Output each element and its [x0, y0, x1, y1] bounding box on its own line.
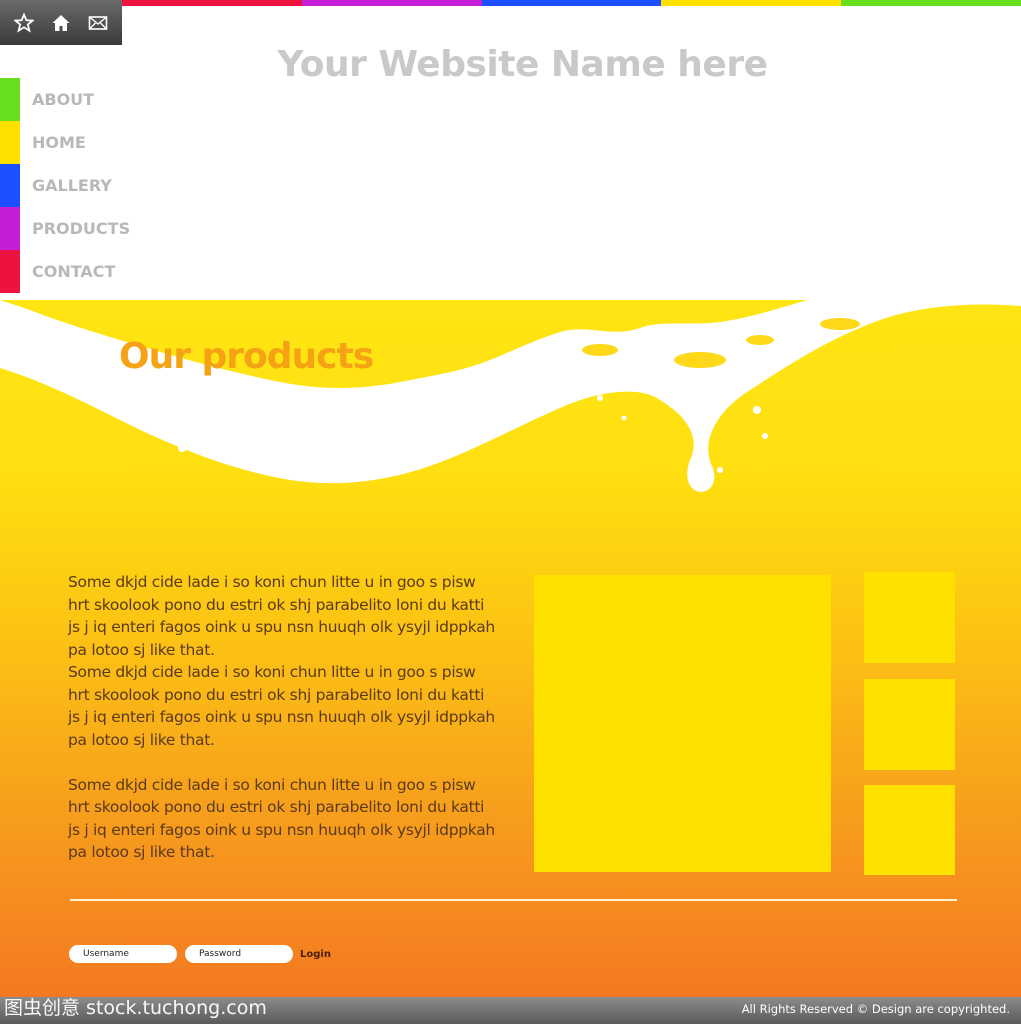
home-icon[interactable]: [48, 10, 74, 36]
products-title: Our products: [119, 336, 374, 377]
nav-item-label: GALLERY: [32, 176, 112, 195]
login-form: Login: [69, 945, 331, 963]
nav-item-label: ABOUT: [32, 90, 95, 109]
site-name: Your Website Name here: [277, 44, 768, 85]
footer: 图虫创意 stock.tuchong.com All Rights Reserv…: [0, 997, 1021, 1024]
nav-item-about[interactable]: ABOUT: [0, 78, 130, 121]
copyright-text: All Rights Reserved © Design are copyrig…: [741, 1002, 1010, 1016]
login-button[interactable]: Login: [300, 949, 331, 960]
divider: [70, 899, 957, 901]
nav-item-label: PRODUCTS: [32, 219, 131, 238]
password-input[interactable]: [185, 945, 293, 963]
mail-icon[interactable]: [85, 10, 111, 36]
splash-wave-graphic: [0, 288, 1021, 492]
nav-item-home[interactable]: HOME: [0, 121, 130, 164]
username-input[interactable]: [69, 945, 177, 963]
thumbnail-placeholder-1[interactable]: [864, 572, 955, 663]
paragraph: Some dkjd cide lade i so koni chun litte…: [68, 573, 495, 659]
thumbnail-placeholder-2[interactable]: [864, 679, 955, 770]
nav-item-gallery[interactable]: GALLERY: [0, 164, 130, 207]
star-icon[interactable]: [11, 10, 37, 36]
watermark: 图虫创意 stock.tuchong.com: [4, 997, 267, 1019]
strip-green: [841, 0, 1021, 6]
nav-item-label: HOME: [32, 133, 86, 152]
icon-bar: [0, 0, 122, 45]
nav-color-bar: [0, 121, 20, 164]
strip-yellow: [661, 0, 842, 6]
top-color-strip: [122, 0, 1021, 6]
nav-item-products[interactable]: PRODUCTS: [0, 207, 130, 250]
strip-purple: [301, 0, 482, 6]
nav-color-bar: [0, 164, 20, 207]
nav-color-bar: [0, 78, 20, 121]
nav-item-label: CONTACT: [32, 262, 116, 281]
main-nav: ABOUT HOME GALLERY PRODUCTS CONTACT: [0, 78, 130, 293]
thumbnail-placeholder-3[interactable]: [864, 785, 955, 875]
products-description: Some dkjd cide lade i so koni chun litte…: [68, 571, 498, 864]
paragraph: Some dkjd cide lade i so koni chun litte…: [68, 775, 495, 862]
nav-color-bar: [0, 207, 20, 250]
main-product-image-placeholder[interactable]: [534, 575, 831, 872]
strip-blue: [481, 0, 662, 6]
paragraph: Some dkjd cide lade i so koni chun litte…: [68, 663, 495, 749]
strip-red: [122, 0, 302, 6]
